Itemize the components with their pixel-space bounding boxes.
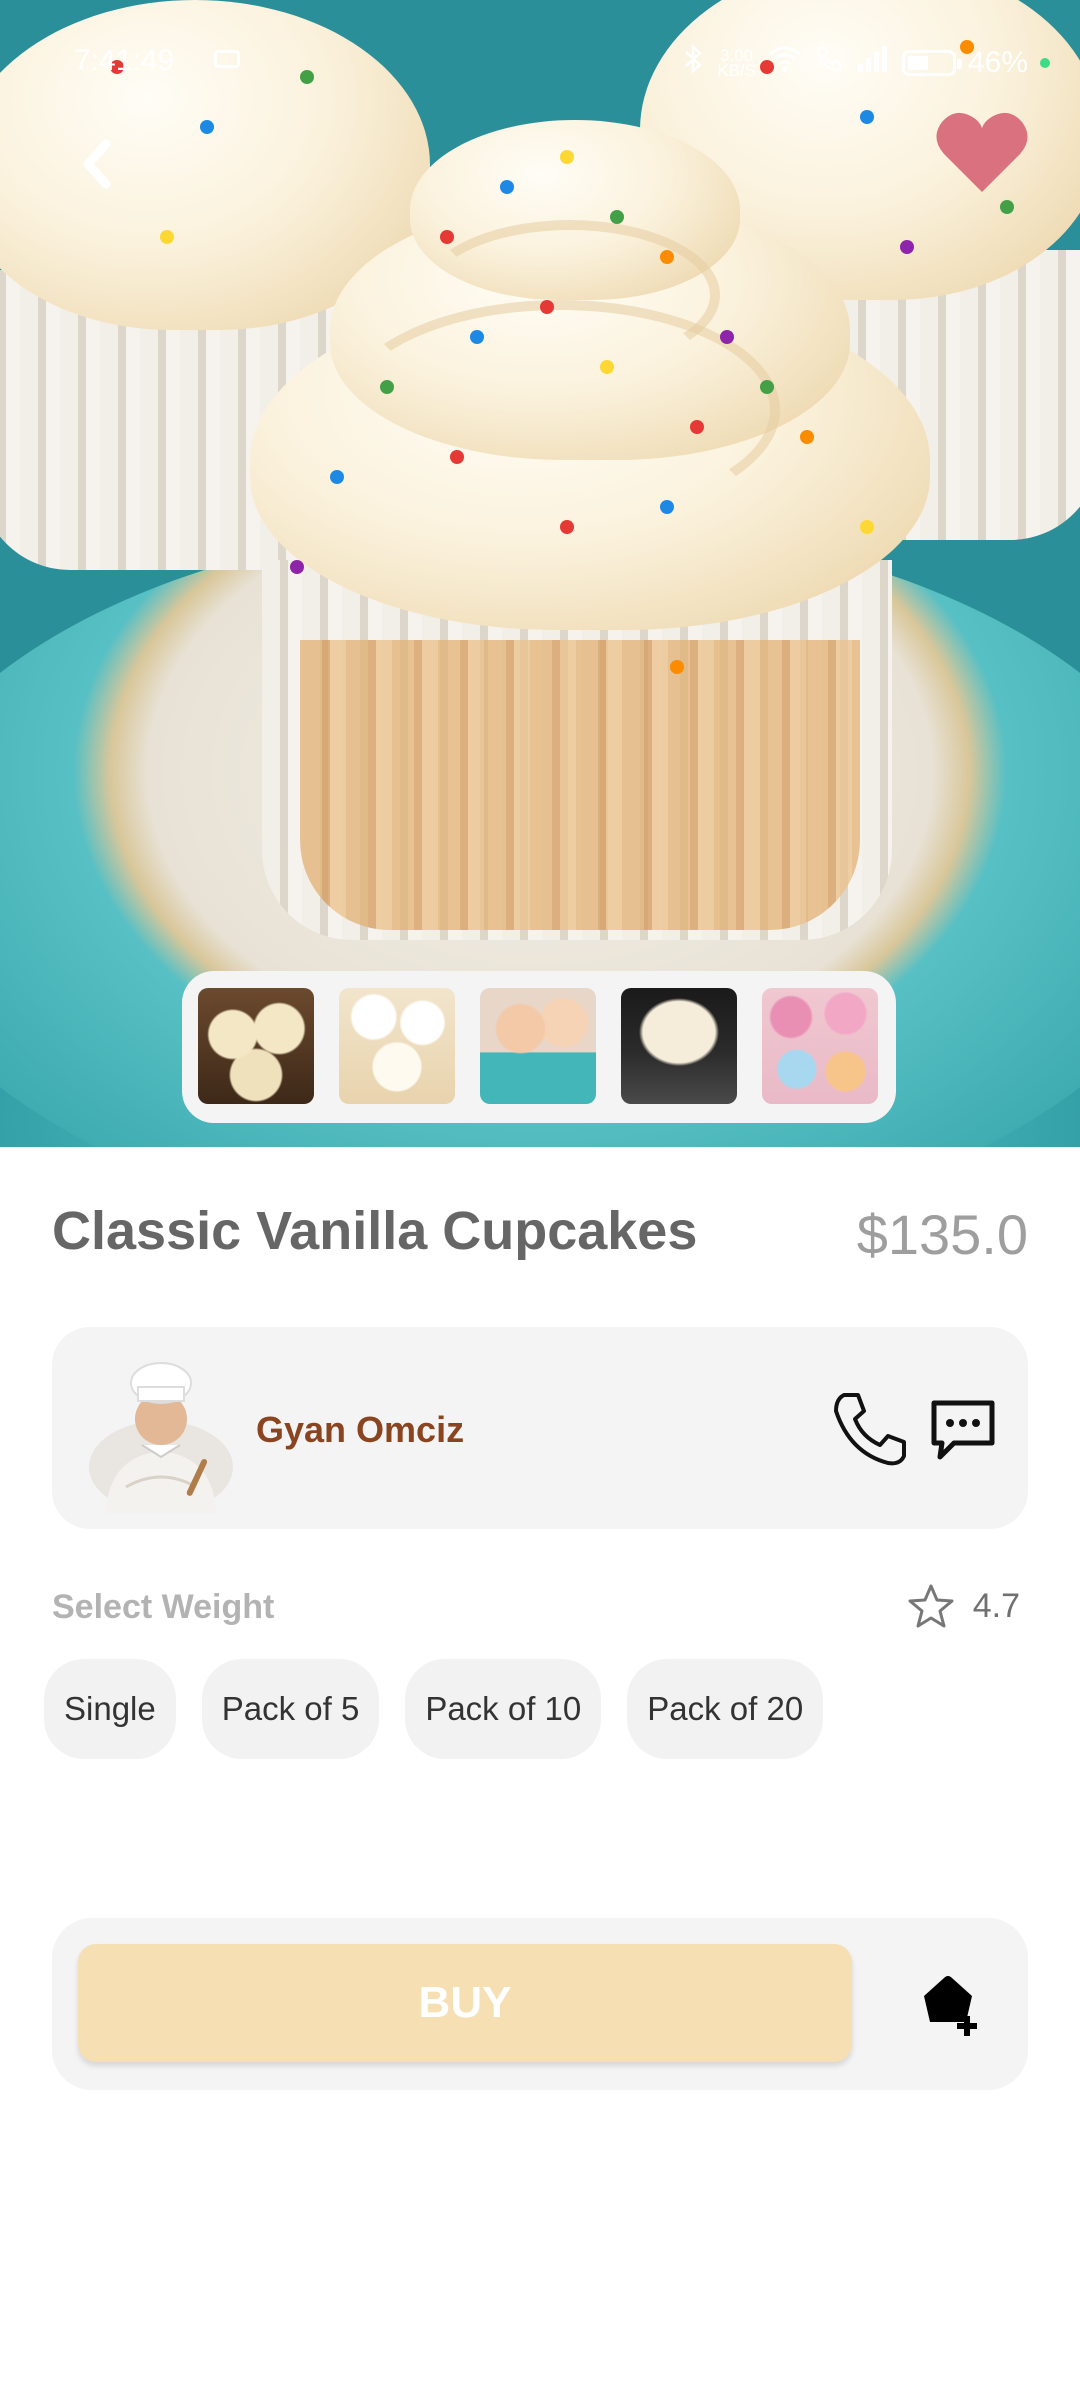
seller-name: Gyan Omciz (256, 1409, 465, 1450)
weight-option-pack-10[interactable]: Pack of 10 (405, 1659, 602, 1759)
purchase-bar: BUY (52, 1918, 1028, 2090)
chef-avatar-icon (89, 1362, 233, 1513)
signal-icon (856, 46, 890, 80)
product-rating: 4.7 (907, 1583, 1020, 1629)
product-price: $135.0 (856, 1203, 1028, 1266)
message-seller-button[interactable] (928, 1397, 998, 1463)
thumbnail-3[interactable] (480, 988, 596, 1104)
heart-icon (936, 112, 1028, 192)
star-icon (908, 1584, 954, 1628)
buy-button[interactable]: BUY (78, 1944, 852, 2062)
phone-icon (834, 1393, 906, 1466)
chat-icon (931, 1400, 995, 1460)
status-right-group: 3.00 KB/S 46% (683, 44, 1050, 82)
wifi-call-icon (814, 44, 844, 82)
seller-card: Gyan Omciz (52, 1327, 1028, 1529)
weight-option-pack-5[interactable]: Pack of 5 (201, 1659, 380, 1759)
wifi-icon (768, 45, 802, 81)
thumbnail-2[interactable] (339, 988, 455, 1104)
product-hero-image: 7:41:49 3.00 KB/S 46% (0, 0, 1080, 1147)
rating-value: 4.7 (972, 1586, 1020, 1625)
favorite-button[interactable] (934, 108, 1030, 198)
select-weight-label: Select Weight (52, 1588, 275, 1626)
weight-option-single[interactable]: Single (44, 1659, 176, 1759)
network-speed: 3.00 KB/S (717, 47, 756, 80)
weight-options: Single Pack of 5 Pack of 10 Pack of 20 (44, 1659, 824, 1759)
privacy-indicator-dot (1040, 58, 1050, 68)
network-speed-unit: KB/S (717, 61, 756, 80)
status-time: 7:41:49 (74, 44, 175, 77)
weight-option-pack-20[interactable]: Pack of 20 (627, 1659, 824, 1759)
back-button[interactable] (70, 130, 134, 194)
bluetooth-icon (683, 44, 705, 82)
thumbnail-4[interactable] (621, 988, 737, 1104)
add-to-cart-button[interactable] (920, 1970, 986, 2036)
battery-percent: 46% (967, 46, 1028, 79)
call-seller-button[interactable] (830, 1389, 910, 1469)
add-to-bag-icon (924, 1976, 977, 2036)
product-title: Classic Vanilla Cupcakes (52, 1201, 698, 1261)
chevron-left-icon (83, 139, 111, 189)
screen-record-icon (214, 50, 240, 68)
thumbnail-5[interactable] (762, 988, 878, 1104)
seller-avatar[interactable] (86, 1347, 236, 1513)
thumbnail-strip (182, 971, 896, 1123)
thumbnail-1[interactable] (198, 988, 314, 1104)
battery-icon (901, 50, 962, 76)
status-bar: 7:41:49 3.00 KB/S 46% (0, 0, 1080, 126)
